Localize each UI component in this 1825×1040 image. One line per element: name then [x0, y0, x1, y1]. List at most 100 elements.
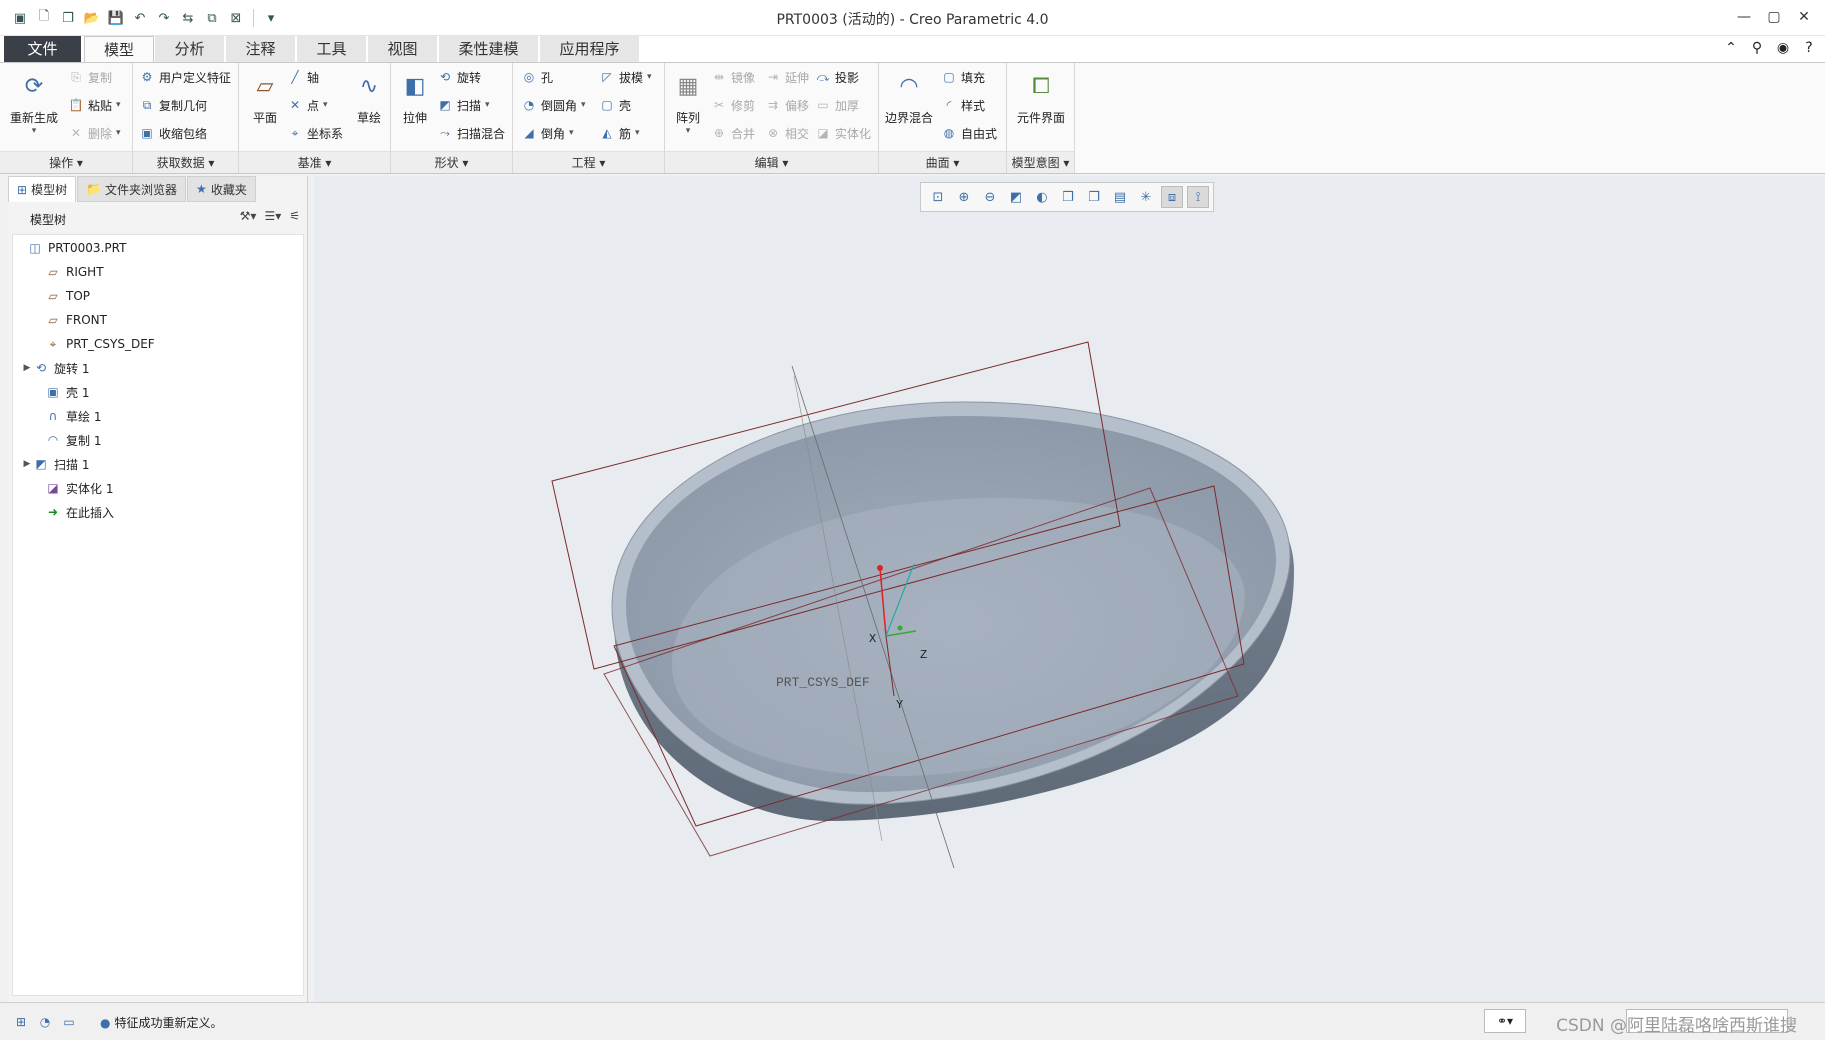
- project-button[interactable]: ⤼ 投影: [815, 67, 859, 87]
- group-label-surfaces[interactable]: 曲面 ▾: [879, 151, 1006, 173]
- tab-model-tree[interactable]: ⊞ 模型树: [8, 176, 77, 202]
- graphics-viewport[interactable]: ⊡ ⊕ ⊖ ◩ ◐ ❒ ❐ ▤ ✳ ⧈ ⟟ X Z Y PRT_CSYS_DEF: [314, 176, 1825, 1002]
- csys-x-label: X: [869, 632, 876, 646]
- delete-button[interactable]: ✕ 删除 ▾: [68, 123, 121, 143]
- navigator-panel: ⊞ 模型树 📁 文件夹浏览器 ★ 收藏夹 模型树 ⚒▾ ☰▾ ⚟ ◫ PRT0003.P…: [8, 176, 308, 1002]
- tree-item-csys[interactable]: ⌖ PRT_CSYS_DEF: [33, 333, 155, 355]
- rib-button[interactable]: ◭ 筋 ▾: [599, 123, 639, 143]
- merge-button[interactable]: ⊕ 合并: [711, 123, 755, 143]
- group-label-editing[interactable]: 编辑 ▾: [665, 151, 878, 173]
- tree-item-sweep[interactable]: ▶ ◩ 扫描 1: [21, 453, 90, 475]
- group-label-operations[interactable]: 操作 ▾: [0, 151, 132, 173]
- maximize-button[interactable]: ▢: [1761, 4, 1787, 30]
- delete-icon: ✕: [70, 126, 82, 140]
- draft-icon: ◸: [602, 70, 612, 84]
- solidify-button[interactable]: ◪ 实体化: [815, 123, 871, 143]
- group-label-shapes[interactable]: 形状 ▾: [391, 151, 512, 173]
- pattern-button[interactable]: ▦ 阵列 ▾: [669, 69, 707, 137]
- plane-button[interactable]: ▱ 平面: [243, 69, 287, 126]
- freestyle-button[interactable]: ◍ 自由式: [941, 123, 997, 143]
- shrinkwrap-button[interactable]: ▣ 收缩包络: [139, 123, 207, 143]
- tree-item-insert-here[interactable]: ➜ 在此插入: [33, 501, 114, 523]
- chamfer-button[interactable]: ◢ 倒角 ▾: [521, 123, 573, 143]
- tree-item-revolve[interactable]: ▶ ⟲ 旋转 1: [21, 357, 90, 379]
- tree-item-right[interactable]: ▱ RIGHT: [33, 261, 103, 283]
- full-screen-icon[interactable]: ▭: [60, 1013, 78, 1031]
- round-button[interactable]: ◔ 倒圆角 ▾: [521, 95, 586, 115]
- component-interface-button[interactable]: ⧠ 元件界面: [1011, 69, 1071, 126]
- group-label-datum[interactable]: 基准 ▾: [239, 151, 390, 173]
- search-icon[interactable]: ⚲: [1747, 38, 1767, 58]
- tree-columns-icon[interactable]: ☰▾: [264, 209, 281, 223]
- collapse-ribbon-icon[interactable]: ⌃: [1721, 38, 1741, 58]
- tab-favorites[interactable]: ★ 收藏夹: [187, 176, 256, 202]
- axis-button[interactable]: ╱ 轴: [287, 67, 319, 87]
- copy-geometry-icon: ⧉: [142, 97, 152, 112]
- group-label-engineering[interactable]: 工程 ▾: [513, 151, 664, 173]
- close-button[interactable]: ✕: [1791, 4, 1817, 30]
- style-button[interactable]: ◜ 样式: [941, 95, 985, 115]
- swept-blend-button[interactable]: ⤳ 扫描混合: [437, 123, 505, 143]
- toggle-navigator-icon[interactable]: ⊞: [12, 1013, 30, 1031]
- axis-icon: ╱: [291, 70, 299, 84]
- mirror-button[interactable]: ⇹ 镜像: [711, 67, 755, 87]
- revolve-button[interactable]: ⟲ 旋转: [437, 67, 481, 87]
- community-icon[interactable]: ◉: [1773, 38, 1793, 58]
- find-button[interactable]: ⚭ ▾: [1484, 1009, 1526, 1033]
- tab-file[interactable]: 文件: [4, 36, 82, 62]
- tree-item-sketch[interactable]: ∩ 草绘 1: [33, 405, 102, 427]
- tab-folder-browser[interactable]: 📁 文件夹浏览器: [77, 176, 187, 202]
- tree-item-part[interactable]: ◫ PRT0003.PRT: [15, 237, 126, 259]
- trim-button[interactable]: ✂ 修剪: [711, 95, 755, 115]
- tab-tools[interactable]: 工具: [297, 36, 367, 62]
- paste-button[interactable]: 📋 粘贴 ▾: [68, 95, 121, 115]
- csys-icon: ⌖: [49, 336, 57, 351]
- tree-item-front[interactable]: ▱ FRONT: [33, 309, 107, 331]
- tree-item-copy[interactable]: ◠ 复制 1: [33, 429, 102, 451]
- tab-flexible-modeling[interactable]: 柔性建模: [439, 36, 539, 62]
- point-button[interactable]: ✕ 点 ▾: [287, 95, 328, 115]
- expand-icon[interactable]: ▶: [21, 363, 33, 373]
- expand-icon[interactable]: ▶: [21, 459, 33, 469]
- udf-button[interactable]: ⚙ 用户定义特征: [139, 67, 231, 87]
- tab-analysis[interactable]: 分析: [155, 36, 225, 62]
- chevron-down-icon: ▾: [647, 72, 652, 82]
- copy-button[interactable]: ⎘ 复制: [68, 67, 112, 87]
- tree-settings-icon[interactable]: ⚒▾: [240, 209, 257, 223]
- sweep-button[interactable]: ◩ 扫描 ▾: [437, 95, 489, 115]
- intersect-button[interactable]: ⊗ 相交: [765, 123, 809, 143]
- tab-applications[interactable]: 应用程序: [540, 36, 640, 62]
- tree-item-solidify[interactable]: ◪ 实体化 1: [33, 477, 113, 499]
- group-surfaces: ◠ 边界混合 ▢ 填充 ◜ 样式 ◍ 自由式 曲面 ▾: [879, 63, 1007, 173]
- hole-icon: ◎: [523, 70, 535, 84]
- hole-button[interactable]: ◎ 孔: [521, 67, 553, 87]
- offset-button[interactable]: ⇉ 偏移: [765, 95, 809, 115]
- thicken-button[interactable]: ▭ 加厚: [815, 95, 859, 115]
- regenerate-button[interactable]: ⟳ 重新生成 ▾: [8, 69, 60, 137]
- tab-annotate[interactable]: 注释: [226, 36, 296, 62]
- tab-view[interactable]: 视图: [368, 36, 438, 62]
- extrude-button[interactable]: ◧ 拉伸: [395, 69, 435, 126]
- copy-geometry-button[interactable]: ⧉ 复制几何: [139, 95, 207, 115]
- boundary-blend-button[interactable]: ◠ 边界混合: [883, 69, 935, 126]
- shell-button[interactable]: ▢ 壳: [599, 95, 631, 115]
- help-icon[interactable]: ?: [1799, 38, 1819, 58]
- sketch-button[interactable]: ∿ 草绘: [349, 69, 389, 126]
- draft-button[interactable]: ◸ 拔模 ▾: [599, 67, 652, 87]
- extend-icon: ⇥: [767, 70, 779, 84]
- group-label-get-data[interactable]: 获取数据 ▾: [133, 151, 238, 173]
- fill-button[interactable]: ▢ 填充: [941, 67, 985, 87]
- group-label-model-intent[interactable]: 模型意图 ▾: [1007, 151, 1074, 173]
- tree-filter-icon[interactable]: ⚟: [289, 209, 300, 223]
- extend-button[interactable]: ⇥ 延伸: [765, 67, 809, 87]
- csys-button[interactable]: ⌖ 坐标系: [287, 123, 343, 143]
- chevron-down-icon: ▾: [31, 126, 37, 136]
- minimize-button[interactable]: —: [1731, 4, 1757, 30]
- tab-model[interactable]: 模型: [84, 36, 154, 63]
- toggle-browser-icon[interactable]: ◔: [36, 1013, 54, 1031]
- tree-item-top[interactable]: ▱ TOP: [33, 285, 90, 307]
- ribbon-tabs: 文件 模型 分析 注释 工具 视图 柔性建模 应用程序 ⌃ ⚲ ◉ ?: [0, 36, 1825, 63]
- tree-item-shell[interactable]: ▣ 壳 1: [33, 381, 89, 403]
- chevron-down-icon: ▾: [323, 100, 328, 110]
- insert-arrow-icon: ➜: [47, 505, 59, 519]
